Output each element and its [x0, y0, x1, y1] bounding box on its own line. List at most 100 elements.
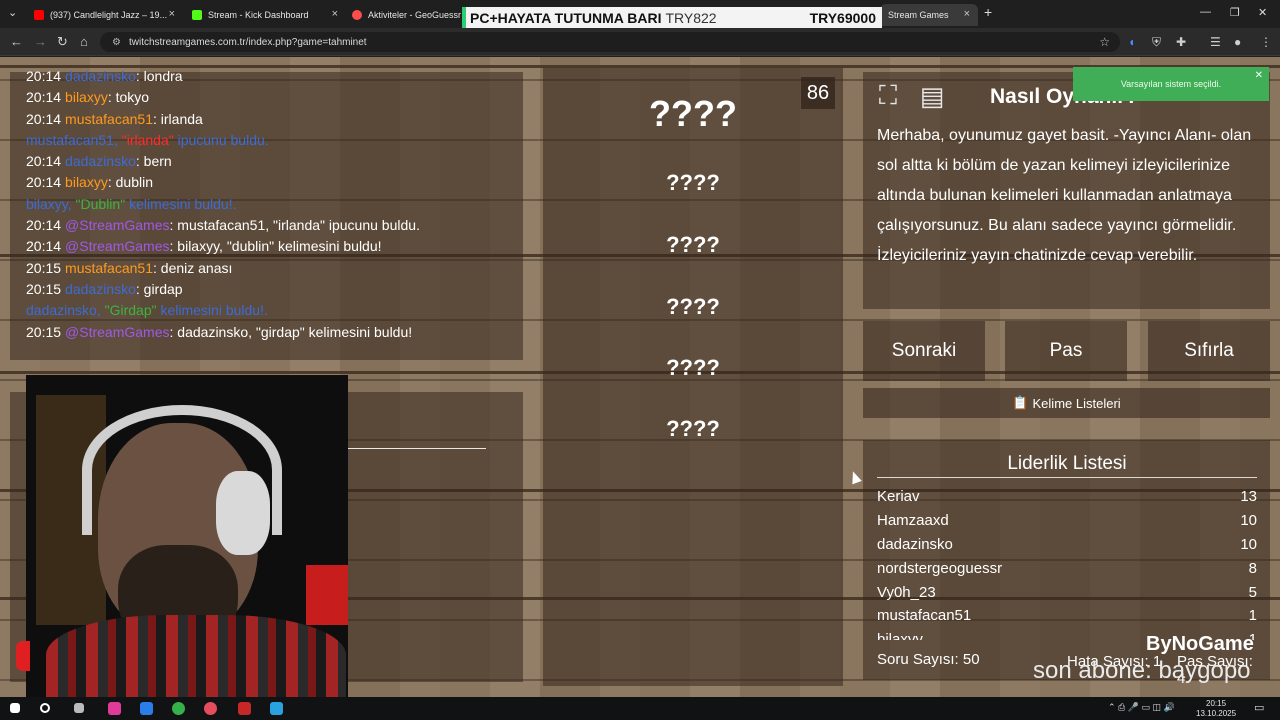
chat-colon: :: [135, 280, 144, 297]
clock[interactable]: 20:15 13.10.2025: [1196, 699, 1236, 719]
notes-icon[interactable]: ▤: [916, 80, 948, 112]
close-icon[interactable]: ×: [964, 8, 970, 20]
tab-kick[interactable]: Stream - Kick Dashboard ×: [184, 4, 344, 26]
tab-geoguessr[interactable]: Aktiviteler - GeoGuessr: [344, 4, 462, 26]
tab-youtube[interactable]: (937) Candlelight Jazz – 19... ×: [26, 4, 181, 26]
chat-username[interactable]: dadazinsko: [65, 153, 136, 169]
chat-message: 20:14 @StreamGames: bilaxyy, "dublin" kel…: [26, 236, 523, 257]
chat-message: 20:14 @StreamGames: mustafacan51, "irland…: [26, 215, 523, 236]
chat-text: dublin: [115, 174, 153, 191]
fullscreen-icon[interactable]: ⛶: [872, 80, 904, 112]
app-icon[interactable]: [270, 702, 283, 715]
chat-username[interactable]: mustafacan51: [65, 260, 153, 276]
tab-search-icon[interactable]: ⌄: [8, 6, 17, 19]
tab-stream-games[interactable]: Stream Games ×: [880, 4, 978, 26]
leaderboard-list[interactable]: Keriav 13 Hamzaaxd 10 dadazinsko 10 nordsterge…: [877, 485, 1257, 640]
tab-title: Stream - Kick Dashboard: [208, 10, 309, 20]
chat-colon: :: [153, 110, 161, 127]
system-post: kelimesini buldu!.: [156, 302, 268, 319]
tab-title: (937) Candlelight Jazz – 19...: [50, 10, 168, 20]
word-lists-button[interactable]: 📋 Kelime Listeleri: [863, 388, 1270, 418]
word-slot: ????: [666, 355, 720, 380]
tab-title: Aktiviteler - GeoGuessr: [368, 10, 462, 20]
system-post: ipucunu buldu.: [173, 131, 269, 148]
chat-message: 20:14 dadazinsko: londra: [26, 66, 523, 87]
chat-username[interactable]: dadazinsko: [65, 281, 136, 297]
chat-username[interactable]: mustafacan51: [65, 111, 153, 127]
chrome-icon[interactable]: [172, 702, 185, 715]
player-name: Vy0h_23: [877, 583, 936, 601]
chat-username[interactable]: bilaxyy: [65, 89, 108, 105]
chat-username[interactable]: bilaxyy: [65, 174, 108, 190]
bookmark-star-icon[interactable]: ☆: [1099, 35, 1110, 49]
puzzle-icon[interactable]: ✚: [1176, 35, 1186, 49]
toast-message: Varsayılan sistem seçildi.: [1120, 79, 1222, 89]
notification-toast: Varsayılan sistem seçildi. ✕: [1073, 67, 1269, 101]
edge-icon[interactable]: [140, 702, 153, 715]
tray-icons[interactable]: ⌃ ⎙ 🎤 ▭ ◫ 🔊: [1108, 702, 1175, 713]
reset-button[interactable]: Sıfırla: [1148, 321, 1270, 381]
toast-close-icon[interactable]: ✕: [1255, 70, 1263, 81]
player-name: mustafacan51: [877, 607, 972, 625]
minimize-icon[interactable]: —: [1200, 6, 1211, 18]
player-score: 10: [1240, 512, 1257, 530]
app-icon[interactable]: [204, 702, 217, 715]
forward-arrow-icon[interactable]: →: [34, 34, 47, 49]
chat-username[interactable]: @StreamGames: [65, 217, 169, 233]
word-slot: ????: [666, 232, 720, 257]
system-pre: dadazinsko,: [26, 302, 105, 319]
chat-colon: :: [135, 153, 144, 170]
goal-title: PC+HAYATA TUTUNMA BARI: [470, 10, 662, 26]
found-word: "Dublin": [75, 195, 126, 212]
task-view-icon[interactable]: [74, 703, 84, 713]
chat-text: bilaxyy, "dublin" kelimesini buldu!: [177, 238, 382, 255]
chat-timestamp: 20:15: [26, 323, 62, 340]
chat-timestamp: 20:14: [26, 217, 62, 234]
close-icon[interactable]: ×: [332, 8, 338, 20]
close-icon[interactable]: ×: [169, 8, 175, 20]
url-field[interactable]: ⚙ twitchstreamgames.com.tr/index.php?gam…: [100, 32, 1120, 52]
chat-username[interactable]: @StreamGames: [65, 238, 169, 254]
extension-icon[interactable]: ◖: [1128, 35, 1135, 49]
new-tab-plus-icon[interactable]: +: [984, 4, 992, 20]
chat-username[interactable]: dadazinsko: [65, 68, 136, 84]
search-icon[interactable]: [40, 703, 50, 713]
start-icon[interactable]: [10, 703, 20, 713]
tab-list-icon[interactable]: ☰: [1210, 35, 1221, 49]
word-slot: ????: [666, 416, 720, 441]
reload-icon[interactable]: ↻: [57, 34, 68, 50]
word-slot: ????: [666, 170, 720, 195]
home-icon[interactable]: ⌂: [80, 34, 88, 49]
kick-icon: [192, 10, 202, 20]
address-toolbar: ← → ↻ ⌂ ⚙ twitchstreamgames.com.tr/index…: [0, 28, 1280, 56]
chat-system-message: dadazinsko, "Girdap" kelimesini buldu!.: [26, 300, 523, 321]
question-count: Soru Sayısı: 50: [877, 651, 980, 668]
chat-username[interactable]: @StreamGames: [65, 324, 169, 340]
player-score: 10: [1240, 535, 1257, 553]
player-name: dadazinsko: [877, 535, 953, 553]
profile-avatar-icon[interactable]: ●: [1234, 35, 1241, 49]
word-slot-main: ????: [649, 93, 737, 134]
chat-message: 20:14 dadazinsko: bern: [26, 151, 523, 172]
window-close-icon[interactable]: ✕: [1258, 6, 1267, 19]
pass-button[interactable]: Pas: [1005, 321, 1127, 381]
leaderboard-row: Vy0h_23 5: [877, 580, 1257, 604]
chat-message: 20:14 mustafacan51: irlanda: [26, 109, 523, 130]
chat-text: tokyo: [115, 89, 150, 106]
next-button[interactable]: Sonraki: [863, 321, 985, 381]
app-icon[interactable]: [238, 702, 251, 715]
app-icon[interactable]: [108, 702, 121, 715]
site-info-icon[interactable]: ⚙: [112, 37, 121, 48]
player-name: Keriav: [877, 488, 920, 506]
menu-kebab-icon[interactable]: ⋮: [1260, 35, 1272, 49]
shield-icon[interactable]: ⛨: [1152, 35, 1161, 50]
chat-text: girdap: [143, 280, 183, 297]
notification-icon[interactable]: ▭: [1254, 701, 1264, 714]
back-arrow-icon[interactable]: ←: [10, 34, 23, 49]
restore-icon[interactable]: ❐: [1230, 6, 1240, 19]
chat-log: 20:14 dadazinsko: londra 20:14 bilaxyy: tok…: [26, 66, 523, 343]
found-word: "irlanda": [121, 131, 174, 148]
clipboard-icon: 📋: [1012, 395, 1029, 410]
chat-text: mustafacan51, "irlanda" ipucunu buldu.: [177, 217, 420, 234]
leaderboard-row: Keriav 13: [877, 485, 1257, 509]
